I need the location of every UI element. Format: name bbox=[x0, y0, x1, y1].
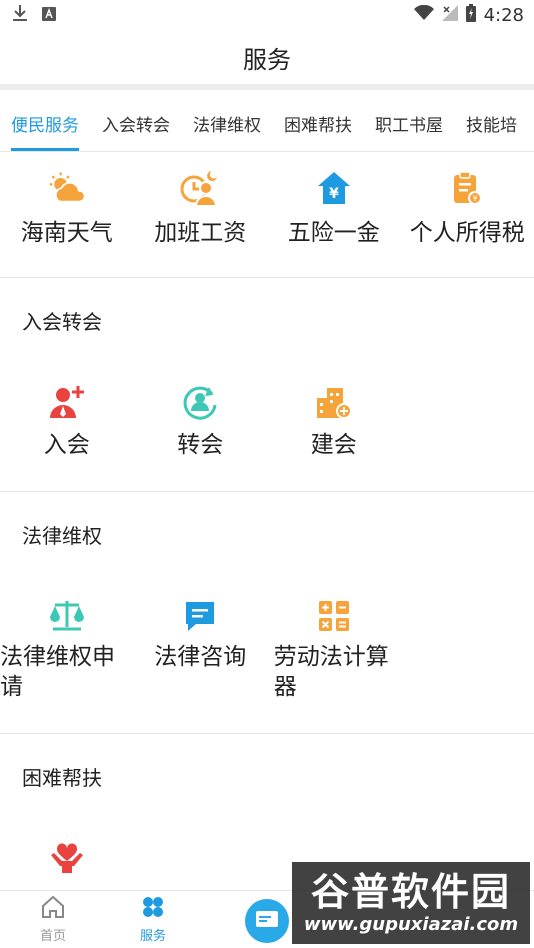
transfer-icon bbox=[180, 382, 220, 422]
watermark-url: www.gupuxiazai.com bbox=[303, 914, 519, 935]
tab-join[interactable]: 入会转会 bbox=[102, 111, 170, 151]
build-union-icon bbox=[314, 382, 354, 422]
overtime-icon bbox=[180, 168, 220, 208]
service-grid-icon bbox=[140, 895, 166, 923]
income-tax-label: 个人所得税 bbox=[409, 220, 525, 246]
law-apply-item[interactable]: 法律维权申请 bbox=[0, 596, 134, 702]
scale-icon bbox=[47, 596, 87, 636]
heart-hands-icon bbox=[47, 838, 87, 878]
insurance-label: 五险一金 bbox=[287, 220, 380, 246]
no-signal-icon bbox=[441, 4, 458, 26]
card-icon bbox=[255, 909, 279, 933]
page-title: 服务 bbox=[243, 45, 291, 74]
law-section-title: 法律维权 bbox=[22, 524, 102, 548]
status-bar: 4:28 bbox=[0, 0, 534, 30]
app-header: 服务 bbox=[0, 30, 534, 90]
center-card-button[interactable] bbox=[245, 899, 289, 943]
wifi-icon bbox=[413, 4, 434, 26]
chat-icon bbox=[180, 596, 220, 636]
join-item[interactable]: 入会 bbox=[0, 382, 134, 460]
income-tax-icon: ¥ bbox=[447, 168, 487, 208]
weather-label: 海南天气 bbox=[20, 220, 113, 246]
battery-icon bbox=[465, 3, 476, 27]
join-section-title: 入会转会 bbox=[22, 310, 102, 334]
transfer-item[interactable]: 转会 bbox=[134, 382, 268, 460]
site-watermark: 谷普软件园 www.gupuxiazai.com bbox=[292, 862, 530, 944]
labor-calc-label: 劳动法计算器 bbox=[273, 644, 389, 700]
tab-law[interactable]: 法律维权 bbox=[193, 111, 261, 151]
home-icon bbox=[40, 895, 66, 923]
law-apply-label: 法律维权申请 bbox=[0, 644, 115, 700]
tab-help[interactable]: 困难帮扶 bbox=[284, 111, 352, 151]
svg-text:¥: ¥ bbox=[473, 194, 478, 203]
tab-skills[interactable]: 技能培 bbox=[466, 111, 517, 151]
transfer-label: 转会 bbox=[177, 432, 224, 458]
category-tabs: 便民服务 入会转会 法律维权 困难帮扶 职工书屋 技能培 bbox=[0, 90, 534, 152]
convenience-section: 海南天气 加班工资 ¥ 五险一金 ¥ 个人所得税 bbox=[0, 152, 534, 278]
income-tax-item[interactable]: ¥ 个人所得税 bbox=[401, 168, 534, 248]
law-consult-item[interactable]: 法律咨询 bbox=[134, 596, 268, 702]
overtime-item[interactable]: 加班工资 bbox=[134, 168, 268, 248]
insurance-fund-icon: ¥ bbox=[314, 168, 354, 208]
build-union-item[interactable]: 建会 bbox=[267, 382, 401, 460]
nav-service-label: 服务 bbox=[139, 929, 166, 944]
build-union-label: 建会 bbox=[310, 432, 357, 458]
nav-service[interactable]: 服务 bbox=[103, 891, 203, 948]
nav-home[interactable]: 首页 bbox=[3, 891, 103, 948]
tab-convenience[interactable]: 便民服务 bbox=[11, 111, 79, 151]
nav-home-label: 首页 bbox=[39, 929, 66, 944]
download-icon bbox=[12, 4, 28, 27]
status-time: 4:28 bbox=[483, 4, 524, 26]
help-section-title: 困难帮扶 bbox=[22, 766, 102, 790]
add-user-icon bbox=[47, 382, 87, 422]
tab-library[interactable]: 职工书屋 bbox=[375, 111, 443, 151]
weather-item[interactable]: 海南天气 bbox=[0, 168, 134, 248]
insurance-item[interactable]: ¥ 五险一金 bbox=[267, 168, 401, 248]
law-section: 法律维权 法律维权申请 法律咨询 劳动法计算器 bbox=[0, 492, 534, 734]
weather-icon bbox=[47, 168, 87, 208]
svg-text:¥: ¥ bbox=[329, 186, 339, 202]
law-consult-label: 法律咨询 bbox=[154, 644, 247, 670]
app-notification-icon bbox=[42, 5, 56, 26]
labor-calc-item[interactable]: 劳动法计算器 bbox=[267, 596, 401, 702]
join-section: 入会转会 入会 转会 建会 bbox=[0, 278, 534, 492]
calculator-icon bbox=[314, 596, 354, 636]
help-item[interactable] bbox=[0, 838, 134, 878]
join-label: 入会 bbox=[43, 432, 90, 458]
overtime-label: 加班工资 bbox=[154, 220, 247, 246]
watermark-title: 谷普软件园 bbox=[310, 870, 511, 914]
